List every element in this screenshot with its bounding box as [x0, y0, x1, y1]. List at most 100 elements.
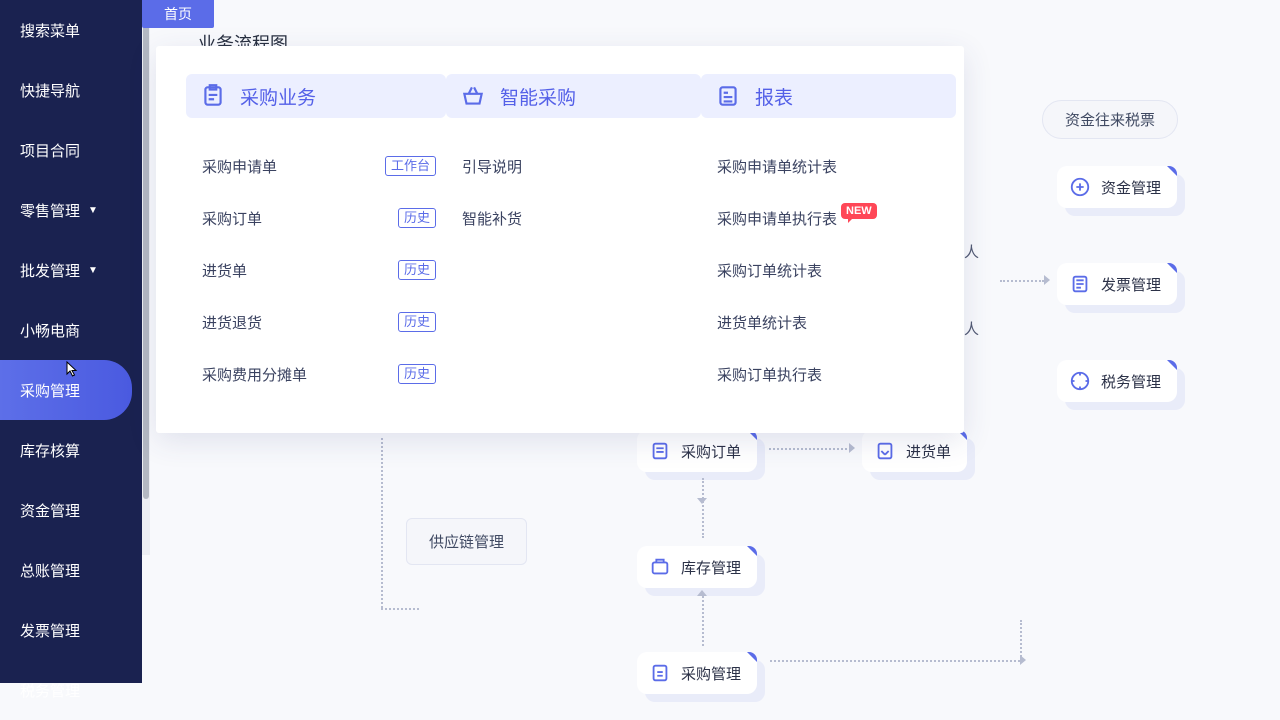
tabbar: 首页 — [142, 0, 214, 28]
connector — [769, 448, 847, 450]
order-icon — [649, 440, 671, 462]
col-header: 智能采购 — [446, 74, 701, 118]
label: 发票管理 — [1101, 274, 1161, 295]
sidebar: 搜索菜单 快捷导航 项目合同 零售管理▼ 批发管理 ▼ 小畅电商 采购管理 库存核… — [0, 0, 142, 683]
arrow-icon — [1020, 655, 1026, 665]
menu-item-request-exec[interactable]: 采购申请单执行表NEW — [701, 192, 956, 244]
menu-list: 采购申请单统计表 采购申请单执行表NEW 采购订单统计表 进货单统计表 采购订单… — [701, 118, 956, 400]
flow-node-receipt[interactable]: 进货单 — [862, 430, 967, 472]
sidebar-item-ledger[interactable]: 总账管理 — [0, 540, 142, 600]
menu-label: 采购费用分摊单 — [202, 364, 307, 385]
menu-item-purchase-request[interactable]: 采购申请单工作台 — [186, 140, 446, 192]
dropdown-col-reports: 报表 采购申请单统计表 采购申请单执行表NEW 采购订单统计表 进货单统计表 采… — [701, 74, 956, 433]
sidebar-item-retail[interactable]: 零售管理▼ — [0, 180, 142, 240]
arrow-icon — [697, 498, 707, 504]
sidebar-item-label: 快捷导航 — [20, 80, 80, 101]
sidebar-item-label: 零售管理 — [20, 200, 80, 221]
menu-label: 进货单 — [202, 260, 247, 281]
menu-list: 引导说明 智能补货 — [446, 118, 701, 244]
arrow-icon — [697, 590, 707, 596]
workbench-tag[interactable]: 工作台 — [385, 156, 436, 176]
tab-label: 首页 — [164, 4, 192, 24]
arrow-icon — [849, 443, 855, 453]
label: 采购管理 — [681, 663, 741, 684]
connector — [381, 608, 419, 610]
flow-node-purchase-mgmt[interactable]: 采购管理 — [637, 652, 757, 694]
label: 资金往来税票 — [1065, 112, 1155, 129]
supply-chain-label: 供应链管理 — [406, 518, 527, 565]
connector — [1020, 620, 1022, 660]
sidebar-item-inventory[interactable]: 库存核算 — [0, 420, 142, 480]
history-tag[interactable]: 历史 — [398, 364, 436, 384]
purchase-dropdown-panel: 采购业务 采购申请单工作台 采购订单历史 进货单历史 进货退货历史 采购费用分摊… — [156, 46, 964, 433]
connector — [1000, 280, 1044, 282]
sidebar-item-contract[interactable]: 项目合同 — [0, 120, 142, 180]
menu-label: 引导说明 — [462, 156, 522, 177]
hidden-text-fragment: 人 — [964, 241, 979, 262]
menu-item-request-stats[interactable]: 采购申请单统计表 — [701, 140, 956, 192]
label: 供应链管理 — [429, 534, 504, 551]
menu-item-guide[interactable]: 引导说明 — [446, 140, 701, 192]
sidebar-item-label: 项目合同 — [20, 140, 80, 161]
sidebar-item-label: 发票管理 — [20, 620, 80, 641]
menu-item-smart-restock[interactable]: 智能补货 — [446, 192, 701, 244]
menu-item-order-exec[interactable]: 采购订单执行表 — [701, 348, 956, 400]
sidebar-item-label: 库存核算 — [20, 440, 80, 461]
menu-label: 采购申请单统计表 — [717, 156, 837, 177]
connector — [702, 596, 704, 646]
flow-node-inventory[interactable]: 库存管理 — [637, 546, 757, 588]
sidebar-item-label: 批发管理 — [20, 260, 80, 281]
sidebar-item-label: 小畅电商 — [20, 320, 80, 341]
menu-item-cost-allocation[interactable]: 采购费用分摊单 历史 — [186, 348, 446, 400]
tax-icon — [1069, 370, 1091, 392]
menu-label: 智能补货 — [462, 208, 522, 229]
label: 进货单 — [906, 441, 951, 462]
sidebar-item-wholesale[interactable]: 批发管理 ▼ — [0, 240, 142, 300]
menu-item-receipt[interactable]: 进货单 历史 — [186, 244, 446, 296]
flow-node-invoice[interactable]: 发票管理 — [1057, 263, 1177, 305]
sidebar-item-tax[interactable]: 税务管理 — [0, 660, 142, 720]
menu-item-order-stats[interactable]: 采购订单统计表 — [701, 244, 956, 296]
history-tag[interactable]: 历史 — [398, 208, 436, 228]
basket-icon — [460, 83, 486, 109]
connector — [770, 660, 1020, 662]
sidebar-item-label: 搜索菜单 — [20, 20, 80, 41]
label: 采购订单 — [681, 441, 741, 462]
finance-header: 资金往来税票 — [1042, 100, 1178, 139]
receipt-icon — [874, 440, 896, 462]
col-title: 报表 — [755, 83, 793, 110]
history-tag[interactable]: 历史 — [398, 260, 436, 280]
label: 库存管理 — [681, 557, 741, 578]
sidebar-item-shortcut[interactable]: 快捷导航 — [0, 60, 142, 120]
new-badge: NEW — [841, 203, 877, 219]
menu-item-purchase-order[interactable]: 采购订单历史 — [186, 192, 446, 244]
chevron-down-icon: ▼ — [88, 265, 98, 276]
menu-label: 采购申请单执行表 — [717, 211, 837, 228]
col-title: 采购业务 — [240, 83, 316, 110]
sidebar-item-label: 采购管理 — [20, 380, 80, 401]
tab-home[interactable]: 首页 — [142, 0, 214, 28]
invoice-icon — [1069, 273, 1091, 295]
flow-node-purchase-order[interactable]: 采购订单 — [637, 430, 757, 472]
menu-item-receipt-return[interactable]: 进货退货历史 — [186, 296, 446, 348]
menu-label: 采购订单统计表 — [717, 260, 822, 281]
col-title: 智能采购 — [500, 83, 576, 110]
sidebar-item-invoice[interactable]: 发票管理 — [0, 600, 142, 660]
sidebar-item-search[interactable]: 搜索菜单 — [0, 0, 142, 60]
sidebar-item-ecommerce[interactable]: 小畅电商 — [0, 300, 142, 360]
funds-icon — [1069, 176, 1091, 198]
menu-item-receipt-stats[interactable]: 进货单统计表 — [701, 296, 956, 348]
label: 资金管理 — [1101, 177, 1161, 198]
sidebar-item-funds[interactable]: 资金管理 — [0, 480, 142, 540]
dropdown-col-smart: 智能采购 引导说明 智能补货 — [446, 74, 701, 433]
connector — [381, 438, 383, 608]
flow-node-funds[interactable]: 资金管理 — [1057, 166, 1177, 208]
history-tag[interactable]: 历史 — [398, 312, 436, 332]
sidebar-item-label: 资金管理 — [20, 500, 80, 521]
mouse-cursor-icon — [65, 361, 81, 377]
menu-label: 进货单统计表 — [717, 312, 807, 333]
connector — [702, 478, 704, 538]
label: 税务管理 — [1101, 371, 1161, 392]
flow-node-tax[interactable]: 税务管理 — [1057, 360, 1177, 402]
menu-label: 采购订单执行表 — [717, 364, 822, 385]
